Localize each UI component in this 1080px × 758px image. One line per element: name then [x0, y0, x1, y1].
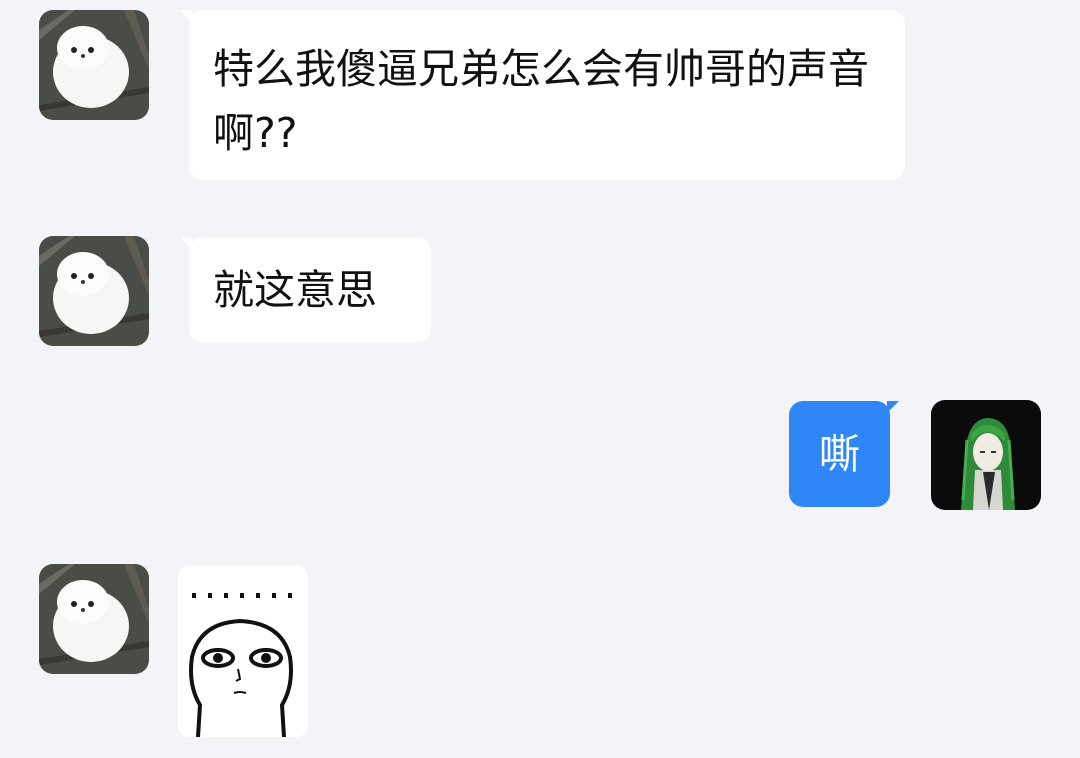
friend-avatar[interactable] [39, 236, 149, 346]
message-text-1: 特么我傻逼兄弟怎么会有帅哥的声音啊?? [213, 45, 869, 157]
message-bubble-3[interactable]: 嘶 [789, 401, 899, 507]
message-text-3: 嘶 [819, 430, 860, 478]
message-bubble-1[interactable]: 特么我傻逼兄弟怎么会有帅哥的声音啊?? [180, 10, 905, 180]
anime-character-icon [931, 400, 1041, 510]
white-bird-icon [39, 236, 149, 346]
staring-meme-sticker-icon [178, 565, 308, 737]
white-bird-icon [39, 564, 149, 674]
sticker-message[interactable] [178, 565, 308, 737]
white-bird-icon [39, 10, 149, 120]
friend-avatar[interactable] [39, 10, 149, 120]
message-bubble-2[interactable]: 就这意思 [180, 237, 431, 343]
message-text-2: 就这意思 [213, 266, 377, 314]
my-avatar[interactable] [931, 400, 1041, 510]
friend-avatar[interactable] [39, 564, 149, 674]
